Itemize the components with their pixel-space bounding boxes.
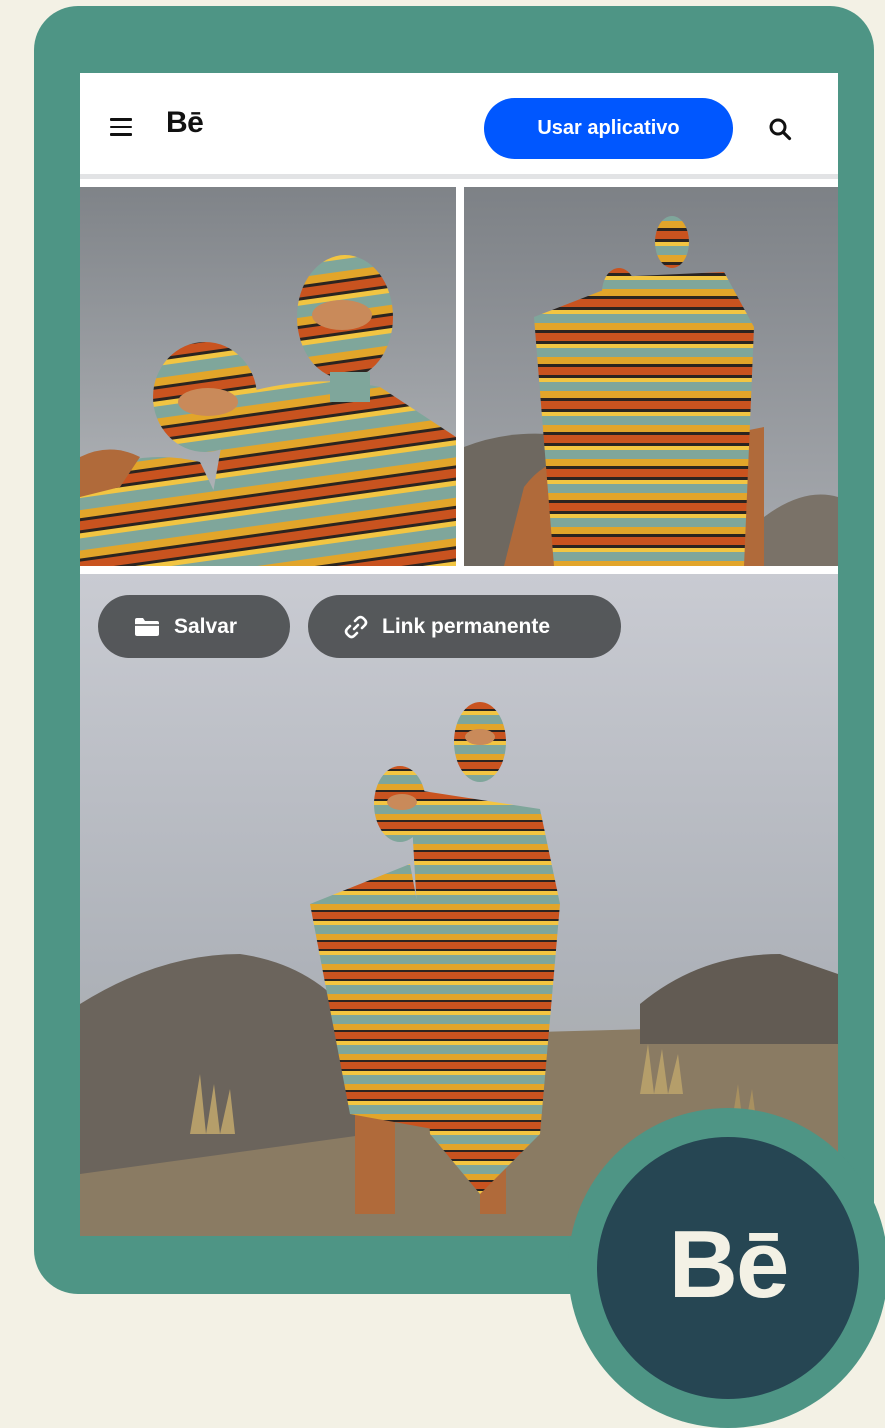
photo-couple-closeup[interactable] (80, 187, 456, 566)
permalink-button[interactable]: Link permanente (308, 595, 621, 658)
search-icon[interactable] (768, 117, 792, 141)
photo-couple-low-angle[interactable] (464, 187, 838, 566)
behance-badge: Bē (597, 1137, 859, 1399)
hamburger-menu-icon[interactable] (110, 118, 132, 136)
top-navigation-bar: Bē Usar aplicativo (80, 73, 838, 179)
save-button[interactable]: Salvar (98, 595, 290, 658)
behance-badge-logo: Bē (668, 1211, 790, 1318)
folder-icon (135, 617, 159, 636)
link-icon (344, 615, 368, 638)
permalink-label: Link permanente (382, 614, 551, 638)
behance-logo[interactable]: Bē (166, 106, 204, 140)
behance-mobile-screen: Bē Usar aplicativo Salvar Link permanent… (80, 73, 838, 1236)
use-app-button[interactable]: Usar aplicativo (484, 98, 733, 159)
save-label: Salvar (174, 614, 238, 638)
